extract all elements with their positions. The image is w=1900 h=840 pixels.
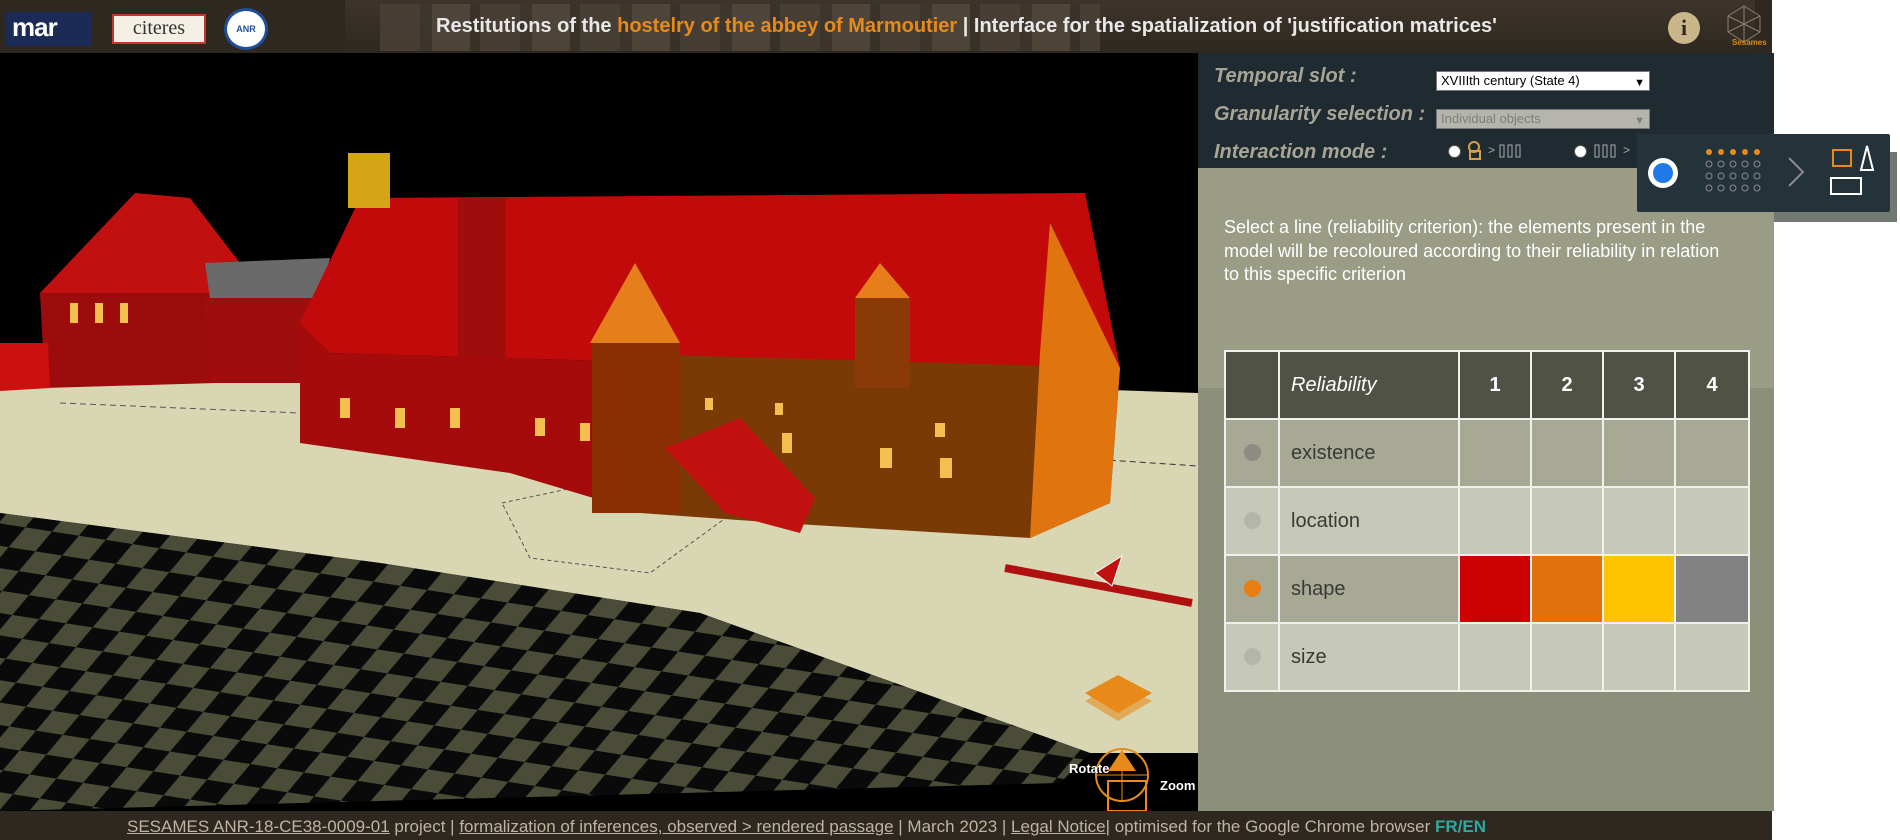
project-text: project |: [389, 817, 460, 836]
temporal-select[interactable]: XVIIIth century (State 4) ▼: [1436, 71, 1650, 91]
level-cell: [1602, 418, 1676, 488]
table-header-row: Reliability 1 2 3 4: [1224, 350, 1750, 420]
level-cell: [1530, 622, 1604, 692]
object-to-group-icon: >: [1468, 141, 1521, 160]
criterion-name: size: [1278, 622, 1460, 692]
table-row-location[interactable]: location: [1224, 486, 1750, 556]
granularity-value: Individual objects: [1441, 111, 1541, 126]
select-cell[interactable]: [1224, 554, 1280, 624]
level-cell: [1602, 486, 1676, 556]
level-header-4: 4: [1674, 350, 1750, 420]
citeres-logo[interactable]: citeres: [112, 14, 206, 44]
level-cell: [1530, 486, 1604, 556]
select-cell[interactable]: [1224, 486, 1280, 556]
title-prefix: Restitutions of the: [436, 15, 618, 37]
level-cell: [1674, 486, 1750, 556]
browser-text: | optimised for the Google Chrome browse…: [1105, 817, 1436, 836]
select-dot-active[interactable]: [1243, 580, 1261, 598]
criterion-name: shape: [1278, 554, 1460, 624]
level-header-2: 2: [1530, 350, 1604, 420]
select-cell[interactable]: [1224, 622, 1280, 692]
select-dot[interactable]: [1243, 444, 1261, 462]
level-cell: [1602, 622, 1676, 692]
level-cell: [1530, 418, 1604, 488]
formalization-link[interactable]: formalization of inferences, observed > …: [459, 817, 893, 836]
zoom-hint: Zoom: [1160, 778, 1196, 793]
3d-shapes-icon: [1830, 145, 1875, 195]
table-row-existence[interactable]: existence: [1224, 418, 1750, 488]
level-swatch-2: [1530, 554, 1604, 624]
building-grey-roof: [205, 258, 330, 298]
select-dot[interactable]: [1243, 648, 1261, 666]
header-bar: mar citeres ANR Restitutions of the host…: [0, 0, 1772, 53]
main-roof: [300, 193, 1120, 373]
title-suffix: | Interface for the spatialization of 'j…: [957, 15, 1497, 37]
temporal-label: Temporal slot :: [1214, 65, 1357, 87]
sesames-label: Sesames: [1732, 38, 1767, 47]
language-switch[interactable]: FR/EN: [1435, 817, 1486, 836]
interaction-mode-popup: [1637, 134, 1897, 222]
interaction-radio-1[interactable]: [1448, 145, 1461, 158]
level-header-1: 1: [1458, 350, 1532, 420]
granularity-select[interactable]: Individual objects ▼: [1436, 109, 1650, 129]
anr-logo[interactable]: ANR: [224, 8, 268, 50]
level-header-3: 3: [1602, 350, 1676, 420]
table-row-size[interactable]: size: [1224, 622, 1750, 692]
table-row-shape[interactable]: shape: [1224, 554, 1750, 624]
header-blank-cell: [1224, 350, 1280, 420]
interaction-label: Interaction mode :: [1214, 141, 1388, 163]
svg-text:>: >: [1488, 143, 1495, 157]
mar-logo[interactable]: mar: [6, 12, 92, 46]
svg-text:>: >: [1623, 143, 1630, 157]
chimney-yellow: [348, 153, 390, 208]
granularity-label: Granularity selection :: [1214, 103, 1426, 125]
dots-grid-icon: [1705, 149, 1761, 192]
legal-notice-link[interactable]: Legal Notice: [1011, 817, 1106, 836]
level-swatch-1: [1458, 554, 1532, 624]
interaction-radio-2[interactable]: [1574, 145, 1587, 158]
mode-radio-selected[interactable]: [1648, 158, 1678, 188]
footer-bar: SESAMES ANR-18-CE38-0009-01 project | fo…: [0, 811, 1772, 840]
info-button[interactable]: i: [1668, 12, 1700, 44]
level-swatch-4: [1674, 554, 1750, 624]
sesames-logo[interactable]: Sesames: [1720, 2, 1768, 48]
level-cell: [1458, 622, 1532, 692]
reliability-table: Reliability 1 2 3 4 existence location s…: [1224, 350, 1750, 692]
rotate-hint: Rotate: [1069, 761, 1110, 776]
select-dot[interactable]: [1243, 512, 1261, 530]
level-cell: [1458, 418, 1532, 488]
group-to-object-icon: >: [1594, 143, 1630, 158]
criterion-name: existence: [1278, 418, 1460, 488]
chevron-down-icon: ▼: [1634, 115, 1645, 127]
chevron-right-icon: [1788, 157, 1805, 187]
footer-text: SESAMES ANR-18-CE38-0009-01 project | fo…: [127, 817, 1486, 837]
temporal-value: XVIIIth century (State 4): [1441, 73, 1580, 88]
title-highlight: hostelry of the abbey of Marmoutier: [617, 15, 958, 37]
instructions-text: Select a line (reliability criterion): t…: [1224, 217, 1720, 284]
page-title: Restitutions of the hostelry of the abbe…: [436, 15, 1497, 38]
reliability-header: Reliability: [1278, 350, 1460, 420]
level-cell: [1674, 622, 1750, 692]
chevron-down-icon: ▼: [1634, 77, 1645, 89]
3d-viewport[interactable]: Rotate Zoom: [0, 53, 1198, 811]
level-cell: [1674, 418, 1750, 488]
project-link[interactable]: SESAMES ANR-18-CE38-0009-01: [127, 817, 390, 836]
rotate-zoom-icon[interactable]: [1107, 780, 1147, 811]
level-cell: [1458, 486, 1532, 556]
date-text: | March 2023 |: [893, 817, 1012, 836]
3d-scene: [0, 153, 1198, 811]
select-cell[interactable]: [1224, 418, 1280, 488]
criterion-name: location: [1278, 486, 1460, 556]
level-swatch-3: [1602, 554, 1676, 624]
